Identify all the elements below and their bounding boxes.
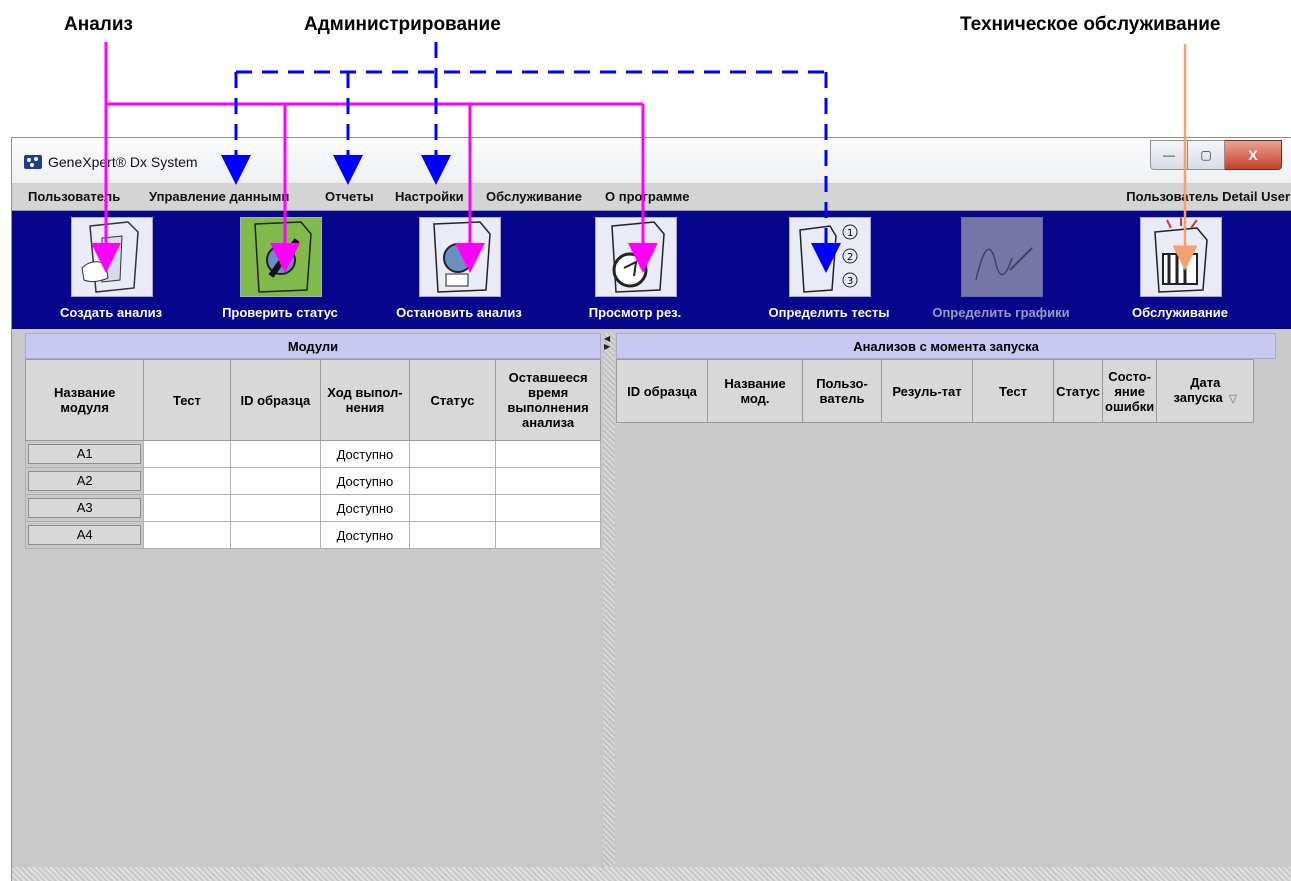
status-cell	[408, 521, 497, 549]
modules-table: Название модуля Тест ID образца Ход выпо…	[24, 359, 601, 549]
svg-text:2: 2	[847, 252, 853, 263]
module-button-a2[interactable]: A2	[28, 471, 142, 491]
test-cell	[143, 467, 231, 495]
module-button-a3[interactable]: A3	[28, 498, 142, 518]
tests-table: ID образца Название мод. Пользо-ватель Р…	[616, 359, 1255, 423]
define-graphs-label: Определить графики	[932, 305, 1070, 320]
menu-user[interactable]: Пользователь	[28, 189, 120, 204]
view-results-icon	[595, 217, 677, 297]
callout-analysis: Анализ	[64, 14, 133, 35]
test-cell	[143, 521, 231, 549]
create-test-button[interactable]: Создать анализ	[36, 217, 186, 325]
menu-about[interactable]: О программе	[605, 189, 690, 204]
define-assays-button[interactable]: 1 2 3 Определить тесты	[754, 217, 904, 325]
check-status-icon	[240, 217, 322, 297]
column-header-sample-id[interactable]: ID образца	[616, 359, 708, 423]
remaining-cell	[495, 521, 601, 549]
menu-setup[interactable]: Настройки	[395, 189, 464, 204]
table-row[interactable]: A3 Доступно	[24, 494, 601, 522]
define-assays-label: Определить тесты	[768, 305, 890, 320]
column-header-start-date[interactable]: Дата запуска ▽	[1156, 359, 1255, 423]
column-header-user[interactable]: Пользо-ватель	[802, 359, 882, 423]
remaining-cell	[495, 494, 601, 522]
status-bar	[12, 867, 1291, 881]
close-button[interactable]: X	[1225, 140, 1282, 170]
menu-maintenance[interactable]: Обслуживание	[486, 189, 582, 204]
maintenance-label: Обслуживание	[1131, 305, 1228, 320]
view-results-label: Просмотр рез.	[588, 305, 682, 320]
column-header-module-name[interactable]: Название модуля	[24, 359, 145, 441]
test-cell	[143, 440, 231, 468]
progress-cell: Доступно	[320, 467, 410, 495]
window-title: GeneXpert® Dx System	[48, 154, 198, 170]
sample-id-cell	[229, 467, 322, 495]
module-button-a1[interactable]: A1	[28, 444, 142, 464]
define-graphs-icon	[961, 217, 1043, 297]
column-header-test[interactable]: Тест	[972, 359, 1054, 423]
check-status-label: Проверить статус	[222, 305, 338, 320]
start-date-label: Дата запуска	[1173, 375, 1223, 405]
menu-data-management[interactable]: Управление данными	[149, 189, 289, 204]
table-row[interactable]: A2 Доступно	[24, 467, 601, 495]
tests-panel-title: Анализов с момента запуска	[616, 333, 1276, 359]
progress-cell: Доступно	[320, 440, 410, 468]
stop-test-icon	[419, 217, 501, 297]
maintenance-icon	[1140, 217, 1222, 297]
menu-bar: Пользователь Управление данными Отчеты Н…	[12, 184, 1291, 211]
stop-test-button[interactable]: Остановить анализ	[384, 217, 534, 325]
callout-administration: Администрирование	[304, 14, 501, 35]
sample-id-cell	[229, 440, 322, 468]
status-cell	[408, 440, 497, 468]
modules-panel: Модули Название модуля Тест ID образца Х…	[24, 333, 601, 881]
table-row[interactable]: A4 Доступно	[24, 521, 601, 549]
status-cell	[408, 494, 497, 522]
column-header-test[interactable]: Тест	[143, 359, 231, 441]
sort-desc-icon[interactable]: ▽	[1229, 393, 1237, 405]
column-header-status[interactable]: Статус	[408, 359, 497, 441]
stop-test-label: Остановить анализ	[396, 305, 522, 320]
panel-splitter[interactable]	[603, 333, 615, 881]
svg-text:1: 1	[847, 228, 853, 239]
title-bar: GeneXpert® Dx System — ▢ X	[12, 138, 1291, 184]
column-header-result[interactable]: Резуль-тат	[881, 359, 973, 423]
column-header-sample-id[interactable]: ID образца	[229, 359, 322, 441]
status-cell	[408, 467, 497, 495]
sample-id-cell	[229, 521, 322, 549]
view-results-button[interactable]: Просмотр рез.	[560, 217, 710, 325]
current-user-label: Пользователь Detail User	[1126, 189, 1290, 204]
column-header-progress[interactable]: Ход выпол-нения	[320, 359, 410, 441]
minimize-button[interactable]: —	[1150, 140, 1188, 170]
define-assays-icon: 1 2 3	[789, 217, 871, 297]
app-window: GeneXpert® Dx System — ▢ X Пользователь …	[11, 137, 1291, 881]
tests-since-start-panel: Анализов с момента запуска ID образца На…	[616, 333, 1276, 881]
splitter-arrows-icon[interactable]: ◀ ▶	[604, 335, 610, 351]
column-header-module-name[interactable]: Название мод.	[707, 359, 803, 423]
column-header-remaining-time[interactable]: Оставшееся время выполнения анализа	[495, 359, 601, 441]
remaining-cell	[495, 440, 601, 468]
define-graphs-button: Определить графики	[926, 217, 1076, 325]
sample-id-cell	[229, 494, 322, 522]
remaining-cell	[495, 467, 601, 495]
column-header-status[interactable]: Статус	[1053, 359, 1103, 423]
create-test-icon	[71, 217, 153, 297]
column-header-error-status[interactable]: Состо-яние ошибки	[1101, 359, 1158, 423]
progress-cell: Доступно	[320, 521, 410, 549]
maximize-button[interactable]: ▢	[1188, 140, 1225, 170]
toolbar: Создать анализ Проверить статус Останови…	[12, 211, 1291, 329]
maintenance-button[interactable]: Обслуживание	[1105, 217, 1255, 325]
svg-text:3: 3	[847, 276, 853, 287]
app-logo-icon	[24, 155, 42, 169]
menu-reports[interactable]: Отчеты	[325, 189, 374, 204]
modules-panel-title: Модули	[25, 333, 601, 359]
test-cell	[143, 494, 231, 522]
progress-cell: Доступно	[320, 494, 410, 522]
table-row[interactable]: A1 Доступно	[24, 440, 601, 468]
callout-maintenance: Техническое обслуживание	[960, 14, 1221, 35]
create-test-label: Создать анализ	[59, 305, 163, 320]
module-button-a4[interactable]: A4	[28, 525, 142, 545]
check-status-button[interactable]: Проверить статус	[205, 217, 355, 325]
